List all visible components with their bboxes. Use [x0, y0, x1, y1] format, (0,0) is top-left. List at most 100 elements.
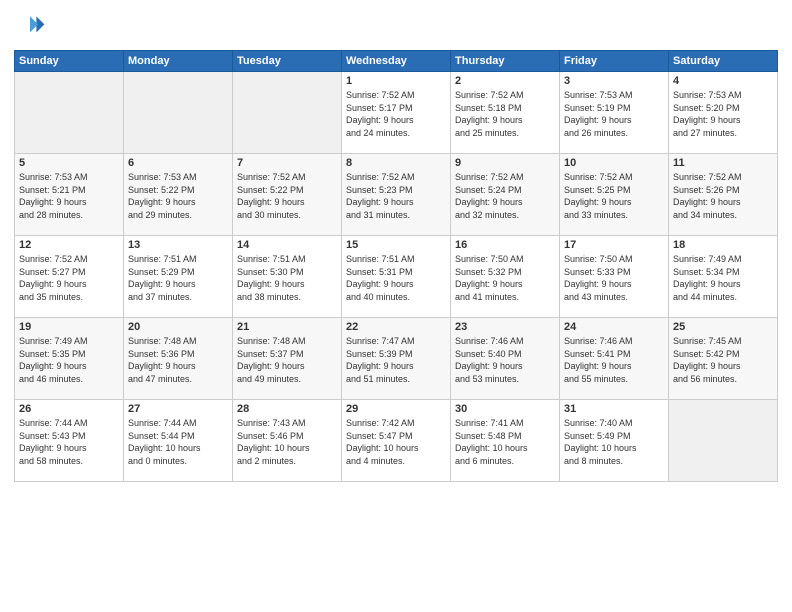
day-info: Sunrise: 7:51 AM Sunset: 5:30 PM Dayligh… — [237, 253, 337, 303]
calendar-day-cell: 28 Sunrise: 7:43 AM Sunset: 5:46 PM Dayli… — [233, 400, 342, 482]
calendar-day-header: Friday — [560, 51, 669, 72]
day-number: 21 — [237, 321, 337, 333]
day-number: 14 — [237, 239, 337, 251]
day-number: 10 — [564, 157, 664, 169]
day-info: Sunrise: 7:45 AM Sunset: 5:42 PM Dayligh… — [673, 335, 773, 385]
day-info: Sunrise: 7:51 AM Sunset: 5:29 PM Dayligh… — [128, 253, 228, 303]
calendar-day-cell: 17 Sunrise: 7:50 AM Sunset: 5:33 PM Dayli… — [560, 236, 669, 318]
day-number: 18 — [673, 239, 773, 251]
calendar-day-cell: 1 Sunrise: 7:52 AM Sunset: 5:17 PM Daylig… — [342, 72, 451, 154]
day-number: 11 — [673, 157, 773, 169]
day-number: 29 — [346, 403, 446, 415]
calendar-day-cell: 10 Sunrise: 7:52 AM Sunset: 5:25 PM Dayli… — [560, 154, 669, 236]
calendar-day-cell: 3 Sunrise: 7:53 AM Sunset: 5:19 PM Daylig… — [560, 72, 669, 154]
calendar-day-cell: 24 Sunrise: 7:46 AM Sunset: 5:41 PM Dayli… — [560, 318, 669, 400]
day-number: 22 — [346, 321, 446, 333]
calendar-day-cell: 21Sunrise: 7:48 AM Sunset: 5:37 PM Dayli… — [233, 318, 342, 400]
day-number: 28 — [237, 403, 337, 415]
day-number: 8 — [346, 157, 446, 169]
calendar-day-cell: 16Sunrise: 7:50 AM Sunset: 5:32 PM Dayli… — [451, 236, 560, 318]
calendar-day-cell: 30Sunrise: 7:41 AM Sunset: 5:48 PM Dayli… — [451, 400, 560, 482]
calendar-week-row: 5 Sunrise: 7:53 AM Sunset: 5:21 PM Daylig… — [15, 154, 778, 236]
day-number: 16 — [455, 239, 555, 251]
calendar-week-row: 26 Sunrise: 7:44 AM Sunset: 5:43 PM Dayli… — [15, 400, 778, 482]
day-info: Sunrise: 7:46 AM Sunset: 5:40 PM Dayligh… — [455, 335, 555, 385]
day-number: 17 — [564, 239, 664, 251]
day-number: 1 — [346, 75, 446, 87]
day-number: 25 — [673, 321, 773, 333]
calendar-day-cell: 14 Sunrise: 7:51 AM Sunset: 5:30 PM Dayli… — [233, 236, 342, 318]
day-info: Sunrise: 7:48 AM Sunset: 5:36 PM Dayligh… — [128, 335, 228, 385]
calendar-day-cell: 27Sunrise: 7:44 AM Sunset: 5:44 PM Dayli… — [124, 400, 233, 482]
day-info: Sunrise: 7:51 AM Sunset: 5:31 PM Dayligh… — [346, 253, 446, 303]
calendar-day-cell: 7Sunrise: 7:52 AM Sunset: 5:22 PM Daylig… — [233, 154, 342, 236]
calendar-day-header: Sunday — [15, 51, 124, 72]
calendar-day-cell: 31Sunrise: 7:40 AM Sunset: 5:49 PM Dayli… — [560, 400, 669, 482]
day-info: Sunrise: 7:50 AM Sunset: 5:33 PM Dayligh… — [564, 253, 664, 303]
calendar-day-cell: 6 Sunrise: 7:53 AM Sunset: 5:22 PM Daylig… — [124, 154, 233, 236]
day-number: 6 — [128, 157, 228, 169]
calendar-week-row: 1 Sunrise: 7:52 AM Sunset: 5:17 PM Daylig… — [15, 72, 778, 154]
calendar-day-cell: 20 Sunrise: 7:48 AM Sunset: 5:36 PM Dayli… — [124, 318, 233, 400]
day-number: 4 — [673, 75, 773, 87]
calendar-day-header: Monday — [124, 51, 233, 72]
day-info: Sunrise: 7:42 AM Sunset: 5:47 PM Dayligh… — [346, 417, 446, 467]
calendar-table: SundayMondayTuesdayWednesdayThursdayFrid… — [14, 50, 778, 482]
calendar-week-row: 19 Sunrise: 7:49 AM Sunset: 5:35 PM Dayli… — [15, 318, 778, 400]
day-number: 23 — [455, 321, 555, 333]
calendar-day-cell — [15, 72, 124, 154]
day-number: 26 — [19, 403, 119, 415]
day-info: Sunrise: 7:52 AM Sunset: 5:24 PM Dayligh… — [455, 171, 555, 221]
calendar-day-header: Tuesday — [233, 51, 342, 72]
day-info: Sunrise: 7:43 AM Sunset: 5:46 PM Dayligh… — [237, 417, 337, 467]
day-info: Sunrise: 7:53 AM Sunset: 5:19 PM Dayligh… — [564, 89, 664, 139]
calendar-day-cell: 19 Sunrise: 7:49 AM Sunset: 5:35 PM Dayli… — [15, 318, 124, 400]
day-info: Sunrise: 7:49 AM Sunset: 5:35 PM Dayligh… — [19, 335, 119, 385]
day-number: 3 — [564, 75, 664, 87]
calendar-day-header: Wednesday — [342, 51, 451, 72]
page-header — [14, 10, 778, 42]
day-info: Sunrise: 7:52 AM Sunset: 5:23 PM Dayligh… — [346, 171, 446, 221]
logo — [14, 10, 50, 42]
calendar-day-cell: 29 Sunrise: 7:42 AM Sunset: 5:47 PM Dayli… — [342, 400, 451, 482]
day-number: 9 — [455, 157, 555, 169]
day-number: 20 — [128, 321, 228, 333]
day-info: Sunrise: 7:41 AM Sunset: 5:48 PM Dayligh… — [455, 417, 555, 467]
calendar-day-cell: 22Sunrise: 7:47 AM Sunset: 5:39 PM Dayli… — [342, 318, 451, 400]
calendar-day-cell — [233, 72, 342, 154]
calendar-day-cell: 4 Sunrise: 7:53 AM Sunset: 5:20 PM Daylig… — [669, 72, 778, 154]
day-number: 15 — [346, 239, 446, 251]
day-info: Sunrise: 7:44 AM Sunset: 5:43 PM Dayligh… — [19, 417, 119, 467]
day-info: Sunrise: 7:40 AM Sunset: 5:49 PM Dayligh… — [564, 417, 664, 467]
calendar-day-cell: 15 Sunrise: 7:51 AM Sunset: 5:31 PM Dayli… — [342, 236, 451, 318]
calendar-day-cell: 23 Sunrise: 7:46 AM Sunset: 5:40 PM Dayli… — [451, 318, 560, 400]
day-info: Sunrise: 7:52 AM Sunset: 5:18 PM Dayligh… — [455, 89, 555, 139]
day-info: Sunrise: 7:53 AM Sunset: 5:22 PM Dayligh… — [128, 171, 228, 221]
day-info: Sunrise: 7:52 AM Sunset: 5:22 PM Dayligh… — [237, 171, 337, 221]
calendar-header: SundayMondayTuesdayWednesdayThursdayFrid… — [15, 51, 778, 72]
day-info: Sunrise: 7:52 AM Sunset: 5:17 PM Dayligh… — [346, 89, 446, 139]
calendar-day-cell: 8 Sunrise: 7:52 AM Sunset: 5:23 PM Daylig… — [342, 154, 451, 236]
day-info: Sunrise: 7:46 AM Sunset: 5:41 PM Dayligh… — [564, 335, 664, 385]
day-number: 27 — [128, 403, 228, 415]
day-number: 5 — [19, 157, 119, 169]
calendar-day-cell: 2 Sunrise: 7:52 AM Sunset: 5:18 PM Daylig… — [451, 72, 560, 154]
page-container: SundayMondayTuesdayWednesdayThursdayFrid… — [0, 0, 792, 612]
day-number: 19 — [19, 321, 119, 333]
calendar-week-row: 12Sunrise: 7:52 AM Sunset: 5:27 PM Dayli… — [15, 236, 778, 318]
day-info: Sunrise: 7:53 AM Sunset: 5:20 PM Dayligh… — [673, 89, 773, 139]
calendar-day-cell: 25 Sunrise: 7:45 AM Sunset: 5:42 PM Dayli… — [669, 318, 778, 400]
calendar-day-header: Thursday — [451, 51, 560, 72]
header-row: SundayMondayTuesdayWednesdayThursdayFrid… — [15, 51, 778, 72]
calendar-body: 1 Sunrise: 7:52 AM Sunset: 5:17 PM Daylig… — [15, 72, 778, 482]
day-info: Sunrise: 7:52 AM Sunset: 5:27 PM Dayligh… — [19, 253, 119, 303]
calendar-day-header: Saturday — [669, 51, 778, 72]
day-number: 2 — [455, 75, 555, 87]
calendar-day-cell: 11Sunrise: 7:52 AM Sunset: 5:26 PM Dayli… — [669, 154, 778, 236]
calendar-day-cell: 5 Sunrise: 7:53 AM Sunset: 5:21 PM Daylig… — [15, 154, 124, 236]
day-info: Sunrise: 7:52 AM Sunset: 5:25 PM Dayligh… — [564, 171, 664, 221]
calendar-day-cell: 26 Sunrise: 7:44 AM Sunset: 5:43 PM Dayli… — [15, 400, 124, 482]
day-info: Sunrise: 7:53 AM Sunset: 5:21 PM Dayligh… — [19, 171, 119, 221]
day-number: 24 — [564, 321, 664, 333]
day-info: Sunrise: 7:49 AM Sunset: 5:34 PM Dayligh… — [673, 253, 773, 303]
